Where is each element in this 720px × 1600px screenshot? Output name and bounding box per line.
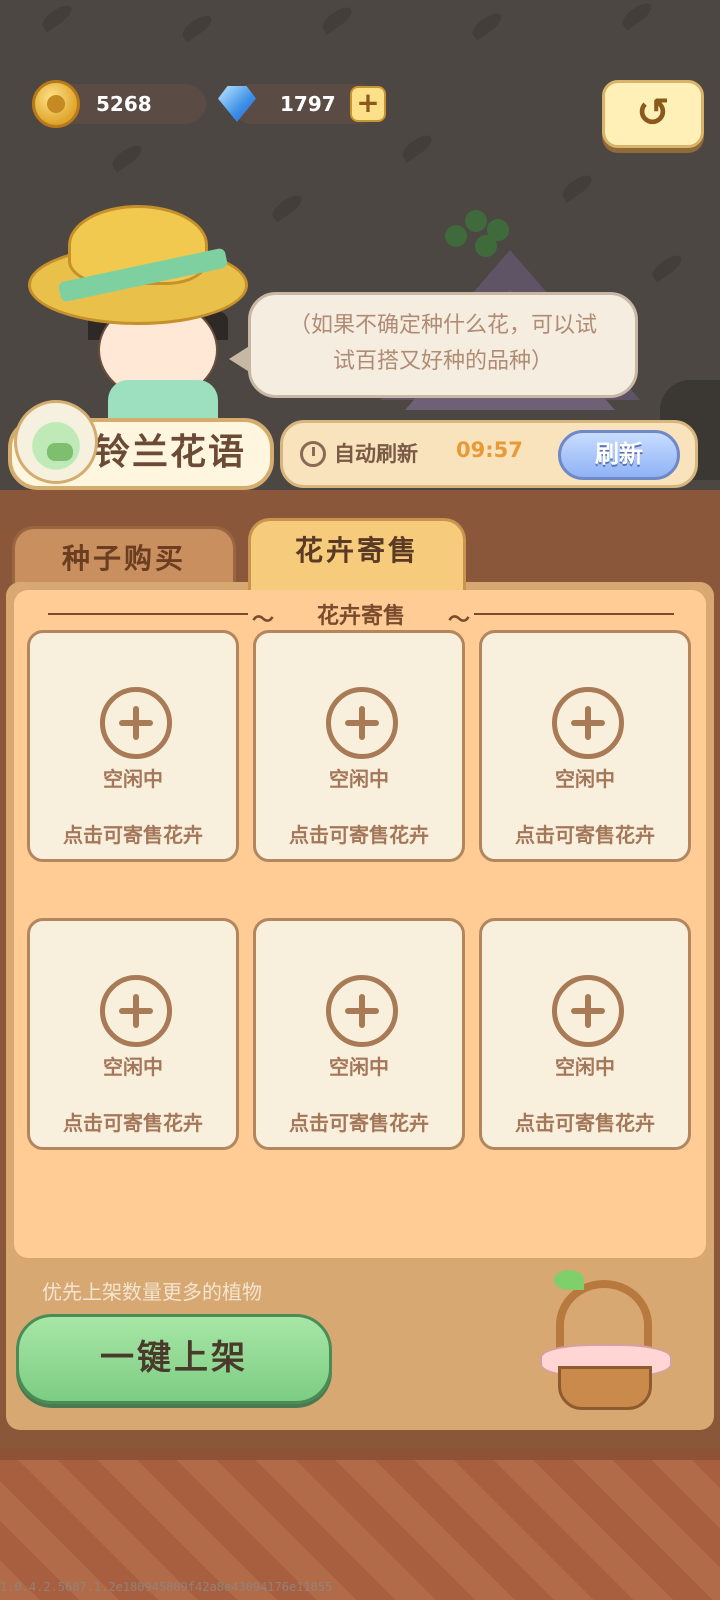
- consignment-slot-6[interactable]: 空闲中 点击可寄售花卉: [479, 918, 691, 1150]
- slot-hint: 点击可寄售花卉: [289, 1111, 429, 1135]
- add-circle-icon: [552, 975, 624, 1047]
- consignment-slot-2[interactable]: 空闲中 点击可寄售花卉: [253, 630, 465, 862]
- sprout-icon: [554, 1270, 584, 1290]
- refresh-timer: 09:57: [456, 438, 523, 462]
- slot-hint: 点击可寄售花卉: [515, 823, 655, 847]
- slot-status: 空闲中: [329, 1055, 389, 1079]
- slot-status: 空闲中: [329, 767, 389, 791]
- add-circle-icon: [100, 687, 172, 759]
- section-header: 〜 花卉寄售 〜: [48, 598, 674, 633]
- slot-status: 空闲中: [555, 1055, 615, 1079]
- add-circle-icon: [326, 975, 398, 1047]
- shopkeeper-character: [18, 205, 258, 420]
- floor-pattern: [0, 1460, 720, 1600]
- add-circle-icon: [100, 975, 172, 1047]
- consignment-slot-5[interactable]: 空闲中 点击可寄售花卉: [253, 918, 465, 1150]
- back-button[interactable]: ↺: [602, 80, 704, 148]
- slot-hint: 点击可寄售花卉: [515, 1111, 655, 1135]
- tab-flower-consignment[interactable]: 花卉寄售: [248, 518, 466, 592]
- slot-hint: 点击可寄售花卉: [289, 823, 429, 847]
- coin-icon: [32, 80, 80, 128]
- clock-icon: [300, 441, 326, 467]
- one-key-list-button[interactable]: 一键上架: [16, 1314, 332, 1404]
- add-circle-icon: [326, 687, 398, 759]
- slot-hint: 点击可寄售花卉: [63, 823, 203, 847]
- refresh-button[interactable]: 刷新: [558, 430, 680, 480]
- speech-line-1: （如果不确定种什么花，可以试: [288, 313, 597, 338]
- version-string: 1.0.4.2.5687.1.2e180945809f42a8e43094176…: [0, 1580, 333, 1594]
- rooftop-plant: [435, 205, 525, 265]
- add-gems-button[interactable]: +: [350, 86, 386, 122]
- slot-status: 空闲中: [103, 767, 163, 791]
- speech-bubble: （如果不确定种什么花，可以试 试百搭又好种的品种）: [229, 292, 638, 398]
- slot-status: 空闲中: [555, 767, 615, 791]
- basket-icon[interactable]: [536, 1270, 676, 1410]
- slot-hint: 点击可寄售花卉: [63, 1111, 203, 1135]
- back-arrow-icon: ↺: [636, 90, 670, 136]
- slot-status: 空闲中: [103, 1055, 163, 1079]
- auto-refresh-label: 自动刷新: [334, 442, 418, 466]
- consignment-slot-4[interactable]: 空闲中 点击可寄售花卉: [27, 918, 239, 1150]
- priority-tip: 优先上架数量更多的植物: [42, 1280, 262, 1304]
- lily-of-valley-icon: [14, 400, 98, 484]
- section-title: 花卉寄售: [316, 604, 405, 629]
- consignment-slot-1[interactable]: 空闲中 点击可寄售花卉: [27, 630, 239, 862]
- speech-line-2: 试百搭又好种的品种）: [332, 349, 553, 374]
- consignment-slot-3[interactable]: 空闲中 点击可寄售花卉: [479, 630, 691, 862]
- add-circle-icon: [552, 687, 624, 759]
- diamond-icon: [214, 82, 260, 126]
